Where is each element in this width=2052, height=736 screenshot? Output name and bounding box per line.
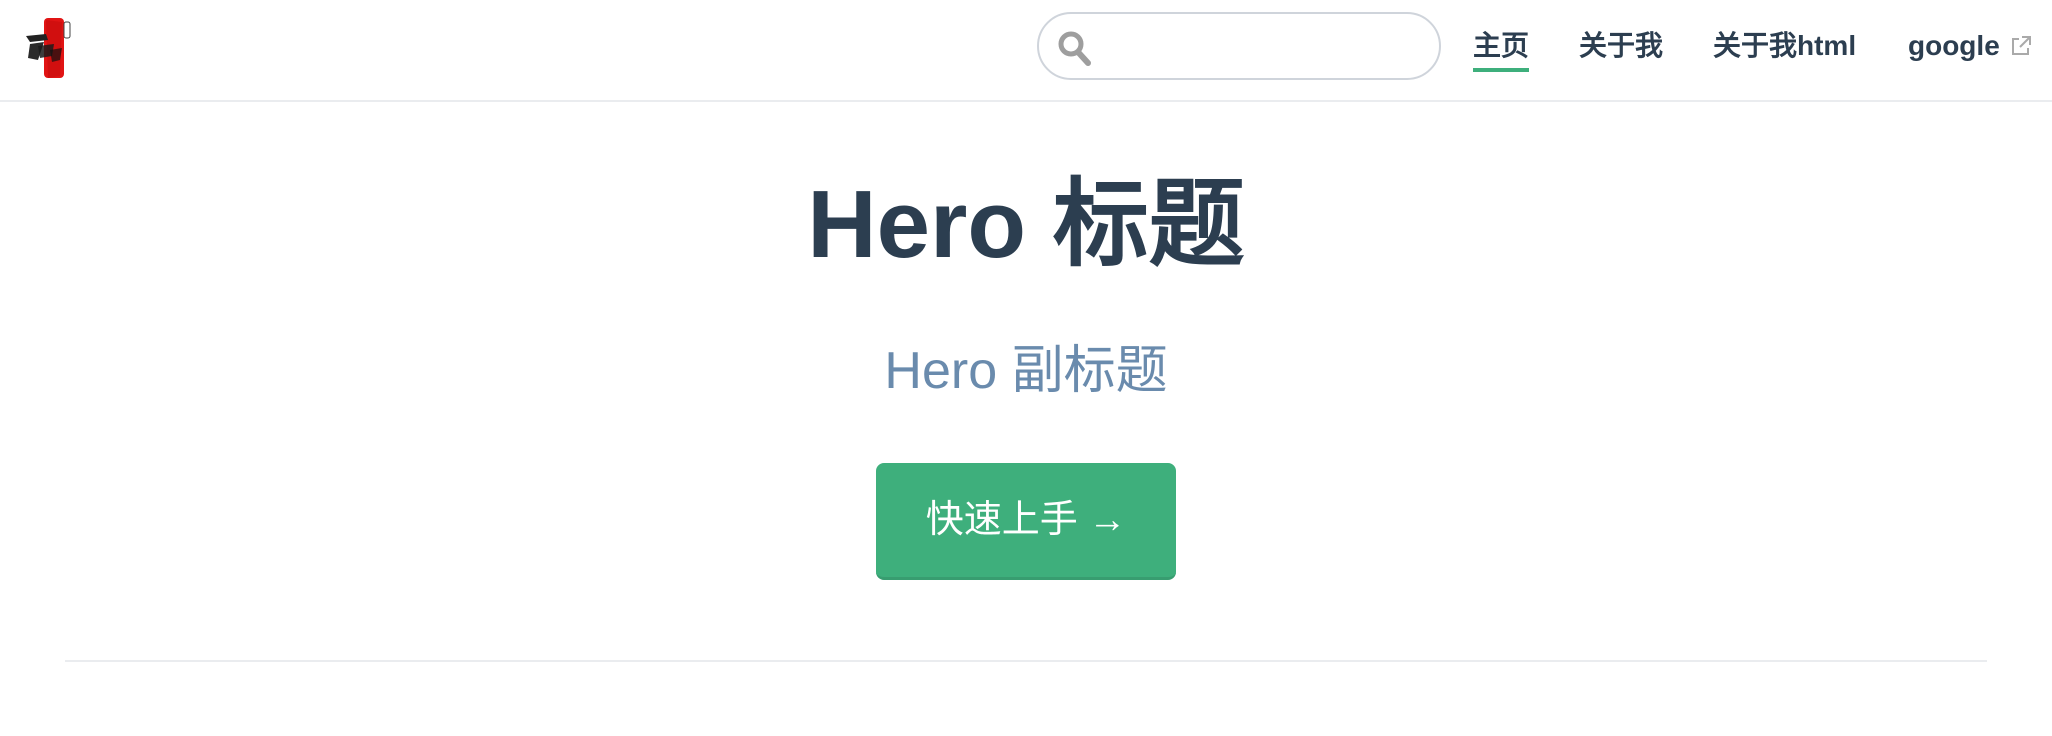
hero-title: Hero 标题	[807, 171, 1245, 278]
nav-link-google[interactable]: google	[1908, 26, 2032, 66]
divider	[65, 660, 1987, 662]
external-link-icon	[2011, 35, 2031, 55]
search-box[interactable]	[1037, 12, 1441, 80]
search-input[interactable]	[1099, 22, 1429, 70]
get-started-button[interactable]: 快速上手 →	[876, 463, 1176, 580]
search-icon	[1058, 31, 1091, 66]
hero-subtitle: Hero 副标题	[884, 342, 1168, 400]
brush-seal-logo-icon	[26, 18, 71, 78]
nav-link-google-label: google	[1908, 30, 2000, 61]
nav-link-home[interactable]: 主页	[1473, 26, 1530, 72]
navbar: 主页 关于我 关于我html google	[0, 0, 2052, 102]
nav-link-about[interactable]: 关于我	[1579, 26, 1663, 66]
nav-link-about-html[interactable]: 关于我html	[1713, 26, 1856, 66]
site-logo[interactable]	[24, 16, 72, 82]
